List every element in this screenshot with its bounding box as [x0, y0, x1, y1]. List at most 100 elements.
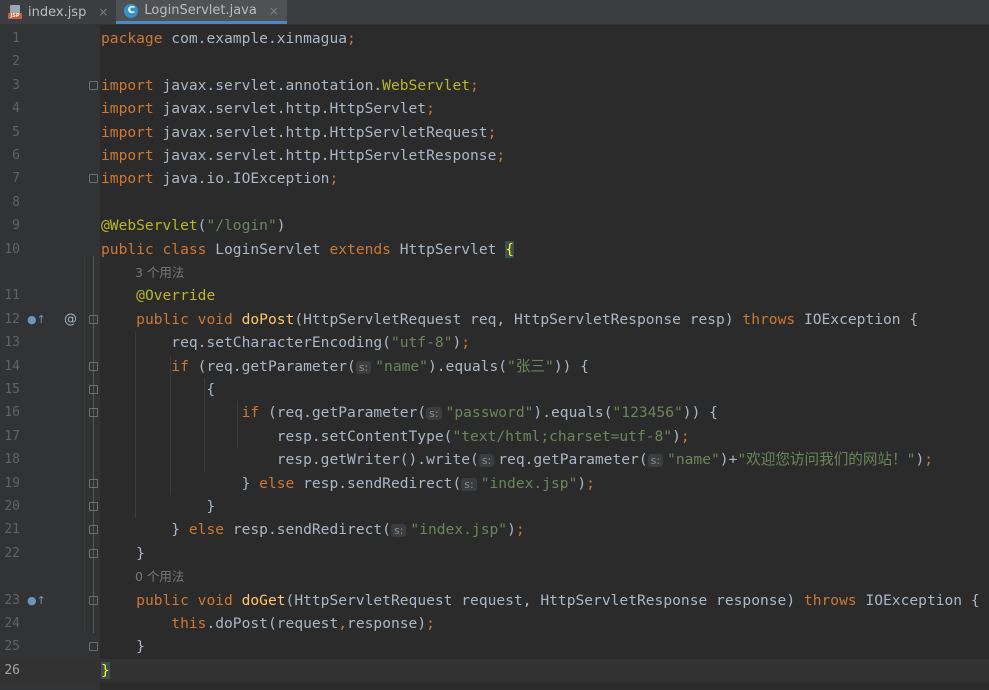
code-token: "name": [667, 451, 720, 469]
code-token: if: [241, 404, 268, 422]
code-token: ;: [426, 100, 435, 118]
code-line: 24 this.doPost(request,response);: [0, 612, 989, 635]
annotation-marker-icon[interactable]: @: [64, 308, 77, 331]
code-text[interactable]: import javax.servlet.http.HttpServlet;: [101, 97, 435, 120]
code-line: 12 ●↑ @ public void doPost(HttpServletRequ…: [0, 308, 989, 331]
code-text[interactable]: public void doPost(HttpServletRequest re…: [101, 308, 918, 331]
code-token: }: [101, 521, 189, 539]
fold-toggle-icon[interactable]: [89, 174, 98, 184]
code-text[interactable]: @WebServlet("/login"): [101, 214, 286, 237]
line-number[interactable]: 16: [0, 401, 20, 424]
fold-toggle-icon[interactable]: [89, 642, 98, 652]
line-number[interactable]: 6: [0, 144, 20, 167]
line-number[interactable]: 25: [0, 635, 20, 658]
line-number[interactable]: 18: [0, 448, 20, 471]
code-line: 3 个用法: [0, 261, 989, 284]
line-number[interactable]: 20: [0, 495, 20, 518]
override-marker-icon[interactable]: ●↑: [27, 589, 46, 612]
code-token: response): [347, 615, 427, 632]
code-text[interactable]: } else resp.sendRedirect(s: "index.jsp");: [101, 472, 595, 496]
code-token: throws: [803, 591, 866, 609]
line-number[interactable]: 3: [0, 74, 20, 97]
fold-toggle-icon[interactable]: [89, 80, 98, 90]
line-number[interactable]: 14: [0, 355, 20, 378]
line-number[interactable]: 26: [0, 659, 20, 682]
code-text[interactable]: public class LoginServlet extends HttpSe…: [101, 238, 514, 261]
line-number[interactable]: 7: [0, 167, 20, 190]
code-text[interactable]: import javax.servlet.http.HttpServletReq…: [101, 121, 496, 144]
line-number[interactable]: 24: [0, 612, 20, 635]
matched-brace: {: [505, 240, 514, 258]
code-token: resp.getWriter().write(: [101, 451, 479, 469]
line-number[interactable]: 15: [0, 378, 20, 401]
code-text[interactable]: {: [101, 378, 215, 401]
tab-index-jsp[interactable]: JSP index.jsp ×: [0, 0, 116, 24]
code-token: ;: [347, 30, 356, 47]
code-text[interactable]: import javax.servlet.annotation.WebServl…: [101, 74, 479, 97]
usages-hint[interactable]: 3 个用法: [135, 261, 184, 284]
line-number[interactable]: 1: [0, 27, 20, 50]
code-text[interactable]: }: [101, 495, 215, 518]
code-text[interactable]: req.setCharacterEncoding("utf-8");: [101, 331, 470, 354]
code-text[interactable]: if (req.getParameter(s: "name").equals("张…: [101, 355, 589, 379]
line-number[interactable]: 11: [0, 284, 20, 307]
code-line: 8: [0, 191, 989, 214]
code-token: HttpServlet: [399, 240, 506, 258]
code-text[interactable]: }: [101, 635, 145, 658]
line-number[interactable]: 5: [0, 121, 20, 144]
indent-guide: [135, 331, 136, 519]
tab-label: LoginServlet.java: [144, 3, 257, 18]
line-number[interactable]: 23: [0, 589, 20, 612]
code-text[interactable]: import java.io.IOException;: [101, 167, 338, 190]
tab-loginservlet-java[interactable]: C LoginServlet.java ×: [116, 0, 287, 24]
code-line: 5 import javax.servlet.http.HttpServletRe…: [0, 121, 989, 144]
code-line: 10 public class LoginServlet extends Http…: [0, 238, 989, 261]
code-token: WebServlet: [382, 76, 471, 94]
code-text[interactable]: resp.setContentType("text/html;charset=u…: [101, 425, 690, 448]
code-token: else: [188, 521, 233, 539]
usages-hint[interactable]: 0 个用法: [135, 565, 184, 588]
line-number[interactable]: 19: [0, 472, 20, 495]
code-line: 25 }: [0, 635, 989, 658]
code-text[interactable]: package com.example.xinmagua;: [101, 27, 356, 50]
code-text[interactable]: @Override: [101, 284, 215, 307]
code-line: 7 import java.io.IOException;: [0, 167, 989, 190]
line-number[interactable]: 17: [0, 425, 20, 448]
code-text[interactable]: } else resp.sendRedirect(s: "index.jsp");: [101, 518, 524, 542]
code-token: "text/html;charset=utf-8": [452, 427, 673, 445]
line-number[interactable]: 13: [0, 331, 20, 354]
line-number[interactable]: 22: [0, 542, 20, 565]
code-text[interactable]: resp.getWriter().write(s: req.getParamete…: [101, 448, 933, 472]
line-number[interactable]: 8: [0, 191, 20, 214]
code-line: 0 个用法: [0, 565, 989, 588]
code-text[interactable]: }: [101, 659, 110, 682]
code-token: (HttpServletRequest request, HttpServlet…: [285, 591, 804, 609]
code-text[interactable]: }: [101, 542, 145, 565]
close-tab-icon[interactable]: ×: [98, 5, 108, 19]
code-token: )+: [719, 451, 738, 469]
line-number[interactable]: 4: [0, 97, 20, 120]
code-line: 20 }: [0, 495, 989, 518]
line-number[interactable]: 10: [0, 238, 20, 261]
code-token: import: [101, 100, 154, 118]
code-token: if: [171, 357, 198, 375]
override-marker-icon[interactable]: ●↑: [27, 308, 46, 331]
code-line: 17 resp.setContentType("text/html;charse…: [0, 425, 989, 448]
code-text[interactable]: import javax.servlet.http.HttpServletRes…: [101, 144, 505, 167]
code-text[interactable]: public void doGet(HttpServletRequest req…: [101, 589, 980, 612]
line-number[interactable]: 21: [0, 518, 20, 541]
code-token: (HttpServletRequest req, HttpServletResp…: [294, 310, 743, 328]
close-tab-icon[interactable]: ×: [269, 4, 279, 18]
code-text[interactable]: this.doPost(request,response);: [101, 612, 435, 635]
line-number[interactable]: 2: [0, 50, 20, 73]
code-text[interactable]: if (req.getParameter(s: "password").equal…: [101, 401, 718, 425]
code-line: 15 {: [0, 378, 989, 401]
code-token: javax.servlet.http.HttpServlet: [153, 100, 427, 118]
line-number[interactable]: 9: [0, 214, 20, 237]
line-number[interactable]: 12: [0, 308, 20, 331]
